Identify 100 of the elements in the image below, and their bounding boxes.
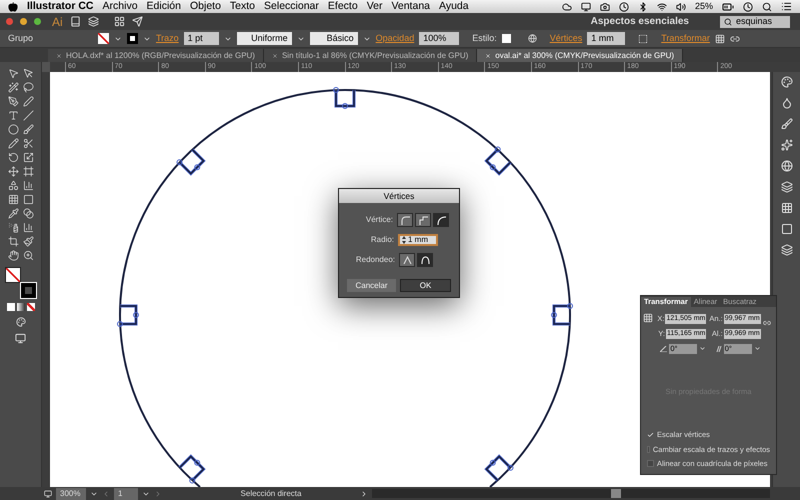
draw-mode-icon[interactable] [16,317,26,327]
radius-field[interactable]: 1 mm [398,234,438,246]
menu-item[interactable]: Efecto [328,0,358,14]
monitor-icon[interactable] [580,2,591,12]
caret-icon[interactable] [699,345,706,352]
arrange-icon[interactable] [114,16,125,27]
stroke-swatch[interactable] [127,33,138,44]
artboard-icon[interactable] [44,490,52,498]
panel-icon[interactable] [780,139,792,151]
profile-dropdown[interactable]: Uniforme [236,32,292,45]
previous-icon[interactable] [102,490,110,498]
crop-icon[interactable] [8,236,18,247]
rotate-icon[interactable] [8,152,18,163]
close-icon[interactable] [56,52,62,58]
lasso-icon[interactable] [22,82,34,93]
document-tab[interactable]: HOLA.dxf* al 1200% (RGB/Previsualización de GPU) [48,49,264,62]
pointer-icon[interactable] [8,68,18,79]
pen-icon[interactable] [22,96,34,107]
menu-item[interactable]: Edición [146,0,181,14]
panel-icon[interactable] [780,244,792,256]
screen-mode-icon[interactable] [15,333,26,344]
artboard-field[interactable]: 1 [114,488,138,500]
volume-icon[interactable] [676,2,686,12]
bar-chart-icon[interactable] [22,222,34,233]
hand-icon[interactable] [8,250,18,261]
gradient-mode-swatch[interactable] [16,303,24,311]
scissors-icon[interactable] [22,138,34,149]
reference-point-icon[interactable] [643,313,653,323]
brush-icon[interactable] [22,124,34,135]
app-menu[interactable]: Illustrator CC [27,0,94,14]
caret-icon[interactable] [754,345,761,352]
globe-icon[interactable] [528,34,537,43]
next-icon[interactable] [154,490,162,498]
checkbox[interactable] [647,460,654,467]
link-icon[interactable] [762,319,771,327]
stroke-swatch[interactable] [20,283,36,298]
stroke-weight-field[interactable]: 1 pt [184,32,219,45]
square-icon[interactable] [22,194,34,205]
search-icon[interactable] [762,2,772,12]
move-icon[interactable] [8,166,18,177]
color-mode-swatch[interactable] [6,303,14,311]
menu-item[interactable]: Ventana [391,0,430,14]
blend-icon[interactable] [22,208,34,219]
wifi-icon[interactable] [656,2,667,12]
zoom-field[interactable]: 300% [56,488,86,500]
circle-shape-drawing[interactable] [117,87,573,487]
panel-icon[interactable] [780,160,792,172]
menu-item[interactable]: Ayuda [439,0,469,14]
bridge-icon[interactable] [70,16,81,27]
align-icon[interactable] [638,34,648,44]
list-icon[interactable] [781,1,792,12]
document-tab[interactable]: oval.ai* al 300% (CMYK/Previsualización de GPU) [477,49,684,62]
dialog-button[interactable]: Cancelar [347,279,396,292]
cloud-icon[interactable] [562,2,572,12]
frame-icon[interactable] [22,166,34,177]
search-field[interactable]: esquinas [720,16,790,28]
rounding-type-button[interactable] [399,253,415,267]
wand-icon[interactable] [8,82,18,93]
line-icon[interactable] [22,110,34,121]
link-icon[interactable] [730,34,740,44]
menu-item[interactable]: Texto [230,0,256,14]
fill-swatch[interactable] [98,33,109,44]
battery-icon[interactable] [722,0,734,12]
opacity-field[interactable]: 100% [419,32,460,45]
menu-item[interactable]: Archivo [102,0,138,14]
dialog-button[interactable]: OK [400,279,451,292]
pen-icon[interactable] [8,96,18,107]
zoom-icon[interactable] [22,250,34,261]
apple-icon[interactable] [8,2,18,12]
clock-icon[interactable] [743,2,753,12]
close-icon[interactable] [272,52,278,58]
menu-item[interactable]: Seleccionar [264,0,319,14]
panel-icon[interactable] [780,76,792,88]
none-mode-swatch[interactable] [26,303,34,311]
bluetooth-icon[interactable] [638,2,648,12]
grid-icon[interactable] [8,194,18,205]
fill-swatch[interactable] [4,267,20,283]
status-menu-icon[interactable] [360,490,368,498]
clock-icon[interactable] [618,2,629,12]
bar-chart-icon[interactable] [22,180,34,191]
workspace-switcher[interactable]: Aspectos esenciales [590,14,689,29]
panel-icon[interactable] [780,202,792,214]
camera-icon[interactable] [600,2,610,12]
stock-icon[interactable] [88,16,99,27]
menu-item[interactable]: Ver [366,0,382,14]
pointer-icon[interactable] [22,68,34,79]
horizontal-scrollbar[interactable] [372,489,770,498]
panel-icon[interactable] [780,118,792,130]
document-tab[interactable]: Sin título-1 al 86% (CMYK/Previsualización de GPU) [264,49,478,62]
corner-type-button[interactable] [415,213,431,227]
rounding-type-button[interactable] [417,253,433,267]
paintbrush-icon[interactable] [22,236,34,247]
ellipse-icon[interactable] [8,124,18,135]
corner-type-button[interactable] [397,213,413,227]
eyedropper-icon[interactable] [8,208,18,219]
stepper-icon[interactable] [402,236,406,244]
scale-icon[interactable] [22,152,34,163]
type-icon[interactable] [8,110,18,121]
shapes-icon[interactable] [8,180,18,191]
menu-item[interactable]: Objeto [190,0,221,14]
